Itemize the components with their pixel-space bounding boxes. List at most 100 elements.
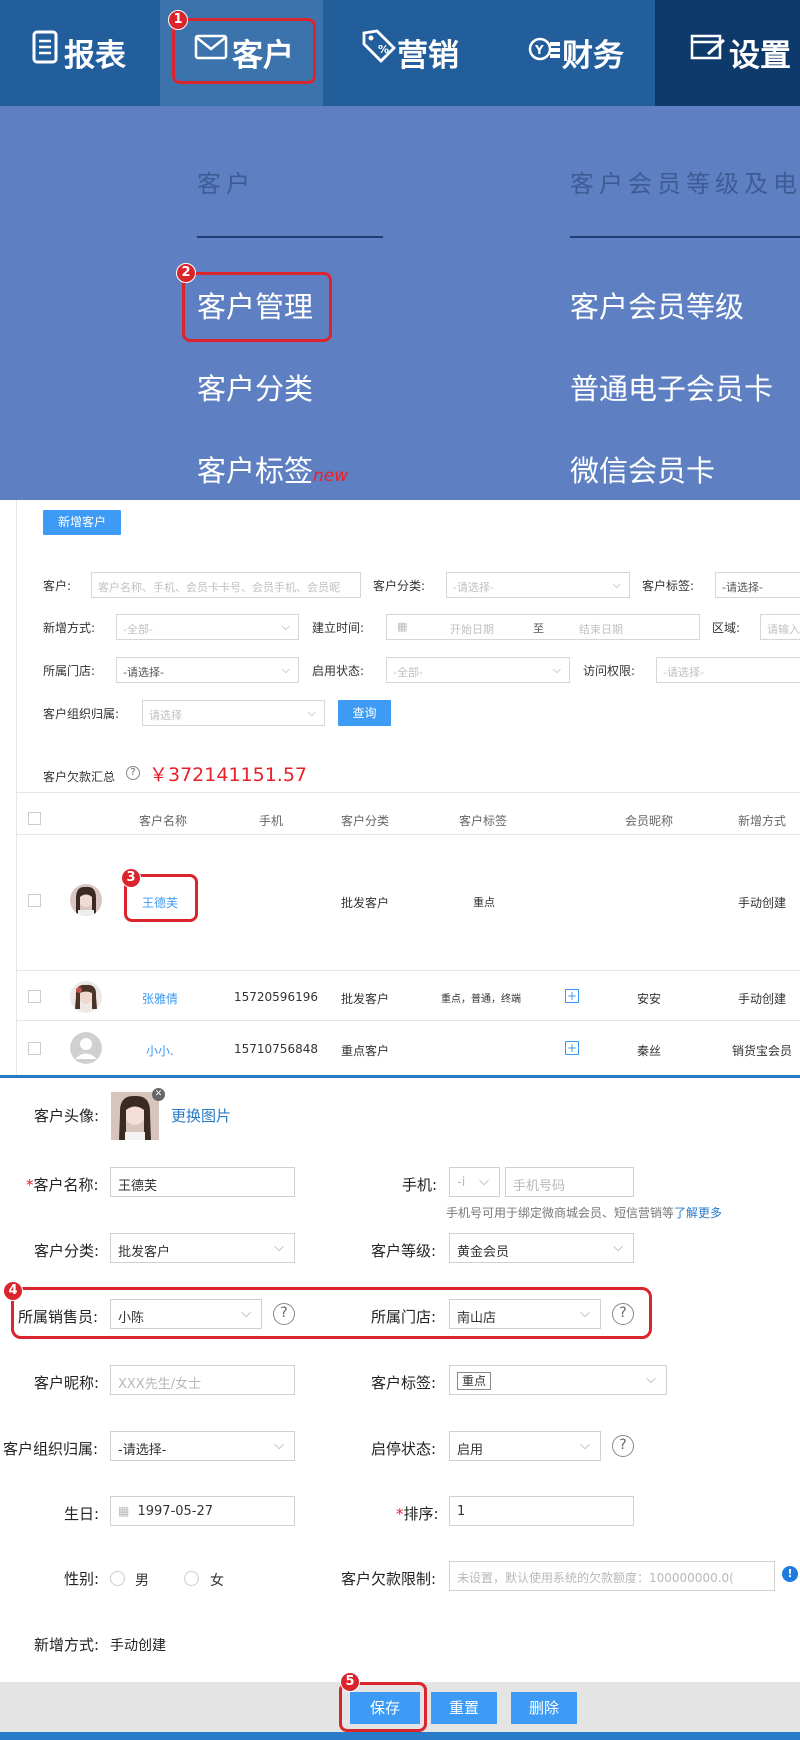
filter-start-date[interactable]: 开始日期 (450, 621, 494, 637)
filter-category-select[interactable]: -请选择- ⌵ (446, 572, 630, 598)
add-tag-icon[interactable]: + (565, 989, 579, 1003)
tag-label: 客户标签: (371, 1374, 437, 1392)
customer-name-link[interactable]: 张雅倩 (142, 990, 178, 1007)
filter-org-select[interactable]: 请选择 ⌵ (142, 700, 325, 726)
delete-button[interactable]: 删除 (511, 1692, 577, 1724)
chevron-down-icon: ⌵ (580, 1438, 590, 1453)
svg-text:Y: Y (534, 43, 544, 57)
tag-select[interactable]: 重点 ⌵ (449, 1365, 667, 1395)
sort-input[interactable]: 1 (449, 1496, 634, 1526)
gender-female-label: 女 (210, 1573, 224, 1589)
filter-access-select[interactable]: -请选择- (656, 657, 800, 683)
filter-end-date[interactable]: 结束日期 (579, 621, 623, 637)
avatar (70, 981, 102, 1013)
change-image-link[interactable]: 更换图片 (171, 1105, 231, 1126)
filter-add-method-value: -全部- (123, 623, 153, 636)
step-marker-4: 4 (3, 1281, 23, 1301)
learn-more-link[interactable]: 了解更多 (674, 1206, 722, 1220)
filter-category-placeholder: -请选择- (453, 581, 494, 594)
add-tag-icon[interactable]: + (565, 1041, 579, 1055)
customer-dropdown-menu: 客户 客户会员等级及电 客户管理 客户分类 客户标签new 客户会员等级 普通电… (0, 106, 800, 500)
menu-item-customer-tag[interactable]: 客户标签new (197, 448, 348, 490)
filter-region-label: 区域: (712, 621, 741, 635)
chevron-down-icon: ⌵ (646, 1372, 656, 1387)
col-header-name: 客户名称 (139, 814, 188, 828)
menu-item-customer-category[interactable]: 客户分类 (197, 366, 313, 408)
row-checkbox[interactable] (28, 990, 41, 1003)
calendar-icon: ▦ (118, 1504, 130, 1518)
dropdown-col1-heading: 客户 (197, 170, 255, 198)
menu-item-e-member-card[interactable]: 普通电子会员卡 (570, 366, 773, 408)
row-checkbox[interactable] (28, 1042, 41, 1055)
reset-button[interactable]: 重置 (431, 1692, 497, 1724)
query-button[interactable]: 查询 (338, 700, 391, 726)
remove-avatar-icon[interactable]: ✕ (152, 1088, 165, 1101)
nav-label-marketing: 营销 (397, 38, 459, 74)
tag-chip[interactable]: 重点 (457, 1372, 492, 1390)
sort-label: *排序: (396, 1503, 439, 1524)
category-select[interactable]: 批发客户 ⌵ (110, 1233, 295, 1263)
filter-store-placeholder: -请选择- (123, 666, 164, 679)
birthday-input[interactable]: ▦ 1997-05-27 (110, 1496, 295, 1526)
menu-item-wechat-member-card[interactable]: 微信会员卡 (570, 448, 715, 490)
status-select[interactable]: 启用 ⌵ (449, 1431, 601, 1461)
row-checkbox[interactable] (28, 894, 41, 907)
step-marker-1: 1 (168, 10, 188, 30)
nav-item-finance[interactable]: Y 财务 (488, 0, 655, 106)
help-icon[interactable]: ? (612, 1435, 634, 1457)
filter-store-select[interactable]: -请选择- ⌵ (116, 657, 299, 683)
add-customer-button[interactable]: 新增客户 (43, 510, 121, 535)
nav-item-marketing[interactable]: % 营销 (323, 0, 488, 106)
phone-number-input[interactable]: 手机号码 (505, 1167, 634, 1197)
highlight-customer-management (182, 272, 332, 342)
filter-add-method-select[interactable]: -全部- ⌵ (116, 614, 299, 640)
debt-limit-label: 客户欠款限制: (341, 1570, 437, 1588)
svg-text:%: % (378, 43, 389, 56)
debt-limit-input[interactable]: 未设置，默认使用系统的欠款额度：100000000.0( (449, 1561, 775, 1591)
customer-name-input[interactable]: 王德芙 (110, 1167, 295, 1197)
filter-customer-placeholder: 客户名称、手机、会员卡卡号、会员手机、会员昵 (98, 581, 340, 594)
filter-date-range[interactable]: ▦ 开始日期 至 结束日期 (386, 614, 700, 640)
filter-store-label: 所属门店: (43, 664, 96, 678)
required-mark: * (26, 1176, 34, 1194)
table-top-border (17, 792, 800, 793)
level-select[interactable]: 黄金会员 ⌵ (449, 1233, 634, 1263)
phone-hint: 手机号可用于绑定微商城会员、短信营销等了解更多 (446, 1204, 722, 1221)
filter-org-placeholder: 请选择 (149, 709, 182, 722)
add-method-label: 新增方式: (34, 1636, 100, 1654)
gender-female-radio[interactable] (184, 1571, 199, 1586)
filter-status-value: -全部- (393, 666, 423, 679)
step-marker-5: 5 (340, 1672, 360, 1692)
warning-icon[interactable]: ! (782, 1566, 798, 1582)
filter-tag-select[interactable]: -请选择- (715, 572, 800, 598)
org-value: -请选择- (118, 1443, 167, 1458)
org-select[interactable]: -请选择- ⌵ (110, 1431, 295, 1461)
cell-nickname: 秦丝 (637, 1044, 662, 1058)
nickname-input[interactable]: XXX先生/女士 (110, 1365, 295, 1395)
top-nav: 报表 客户 % 营销 Y 财务 设置 (0, 0, 800, 106)
chevron-down-icon: ⌵ (274, 1438, 284, 1453)
filter-category-label: 客户分类: (373, 579, 426, 593)
help-icon[interactable]: ? (126, 766, 140, 780)
filter-region-input[interactable]: 请输入 (760, 614, 800, 640)
customer-edit-form: 客户头像: ✕ 更换图片 *客户名称: 王德芙 手机: -i ⌵ 手机号码 手机号… (0, 1075, 800, 1740)
chevron-down-icon: ⌵ (281, 663, 290, 676)
bottom-strip (0, 1732, 800, 1740)
customer-name-link[interactable]: 小小. (146, 1042, 174, 1059)
birthday-label: 生日: (64, 1505, 100, 1523)
select-all-checkbox[interactable] (28, 812, 41, 825)
nav-item-report[interactable]: 报表 (0, 0, 160, 106)
menu-item-customer-tag-label: 客户标签 (197, 454, 314, 488)
status-value: 启用 (457, 1443, 484, 1458)
menu-item-member-level[interactable]: 客户会员等级 (570, 284, 744, 326)
calendar-icon: ▦ (397, 620, 408, 633)
avatar-label: 客户头像: (34, 1107, 100, 1125)
nav-item-settings[interactable]: 设置 (655, 0, 800, 106)
filter-customer-input[interactable]: 客户名称、手机、会员卡卡号、会员手机、会员昵 (91, 572, 361, 598)
left-border (16, 500, 17, 1075)
phone-prefix-select[interactable]: -i ⌵ (449, 1167, 500, 1197)
gender-male-radio[interactable] (110, 1571, 125, 1586)
settings-icon (690, 34, 725, 60)
filter-status-label: 启用状态: (312, 664, 365, 678)
filter-status-select[interactable]: -全部- ⌵ (386, 657, 570, 683)
